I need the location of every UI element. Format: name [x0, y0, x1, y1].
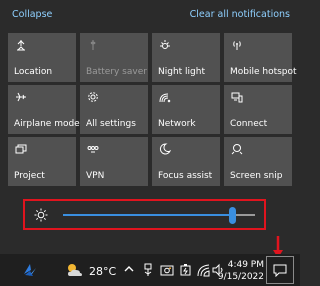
tile-network[interactable]: Network: [152, 85, 220, 134]
action-center: Collapse Clear all notifications Locatio…: [0, 0, 300, 254]
tile-project[interactable]: Project: [8, 137, 76, 186]
tile-label: Mobile hotspot: [230, 67, 297, 77]
brightness-track-fill: [63, 214, 232, 216]
camera-icon[interactable]: [160, 263, 174, 277]
tile-label: VPN: [86, 171, 105, 181]
notification-icon: [273, 264, 287, 277]
brightness-slider-panel: [23, 199, 266, 230]
clear-notifications-link[interactable]: Clear all notifications: [190, 9, 290, 20]
taskbar: 28°C 4:49 PM 9/15/2022: [0, 254, 300, 286]
notification-button[interactable]: [266, 256, 294, 284]
tile-all-settings[interactable]: All settings: [80, 85, 148, 134]
gear-icon: [87, 91, 99, 103]
screen-snip-icon: [231, 143, 243, 155]
network-icon: [159, 91, 171, 103]
app-icon[interactable]: [22, 262, 38, 278]
tile-battery-saver[interactable]: Battery saver: [80, 33, 148, 82]
clock-date[interactable]: 9/15/2022: [212, 272, 264, 282]
tile-focus-assist[interactable]: Focus assist: [152, 137, 220, 186]
tile-label: Airplane mode: [14, 119, 80, 129]
chevron-up-icon[interactable]: [124, 264, 134, 274]
tile-label: Focus assist: [158, 171, 213, 181]
wifi-icon[interactable]: [197, 263, 211, 277]
usb-icon[interactable]: [142, 263, 154, 277]
moon-icon: [159, 143, 171, 155]
sun-icon: [34, 207, 48, 222]
location-icon: [15, 39, 27, 51]
tile-mobile-hotspot[interactable]: Mobile hotspot: [224, 33, 297, 82]
battery-icon[interactable]: [179, 263, 193, 277]
tile-label: Night light: [158, 67, 205, 77]
weather-icon[interactable]: [65, 262, 85, 278]
tile-airplane-mode[interactable]: Airplane mode: [8, 85, 80, 134]
collapse-link[interactable]: Collapse: [12, 9, 52, 20]
tile-label: Connect: [230, 119, 268, 129]
tile-vpn[interactable]: VPN: [80, 137, 148, 186]
project-icon: [15, 143, 27, 155]
hotspot-icon: [231, 39, 243, 51]
night-light-icon: [159, 39, 171, 51]
brightness-thumb[interactable]: [229, 207, 236, 224]
tile-label: All settings: [86, 119, 136, 129]
tile-label: Project: [14, 171, 45, 181]
connect-icon: [231, 91, 243, 103]
tile-location[interactable]: Location: [8, 33, 76, 82]
action-center-header: Collapse Clear all notifications: [0, 0, 300, 28]
tile-label: Network: [158, 119, 196, 129]
clock-time[interactable]: 4:49 PM: [218, 260, 264, 270]
tile-connect[interactable]: Connect: [224, 85, 292, 134]
airplane-icon: [15, 91, 27, 103]
tile-label: Location: [14, 67, 53, 77]
battery-saver-icon: [87, 39, 99, 51]
tile-night-light[interactable]: Night light: [152, 33, 220, 82]
tile-label: Screen snip: [230, 171, 283, 181]
temperature[interactable]: 28°C: [89, 265, 116, 278]
tile-screen-snip[interactable]: Screen snip: [224, 137, 292, 186]
vpn-icon: [87, 143, 99, 155]
tile-label: Battery saver: [86, 67, 147, 77]
